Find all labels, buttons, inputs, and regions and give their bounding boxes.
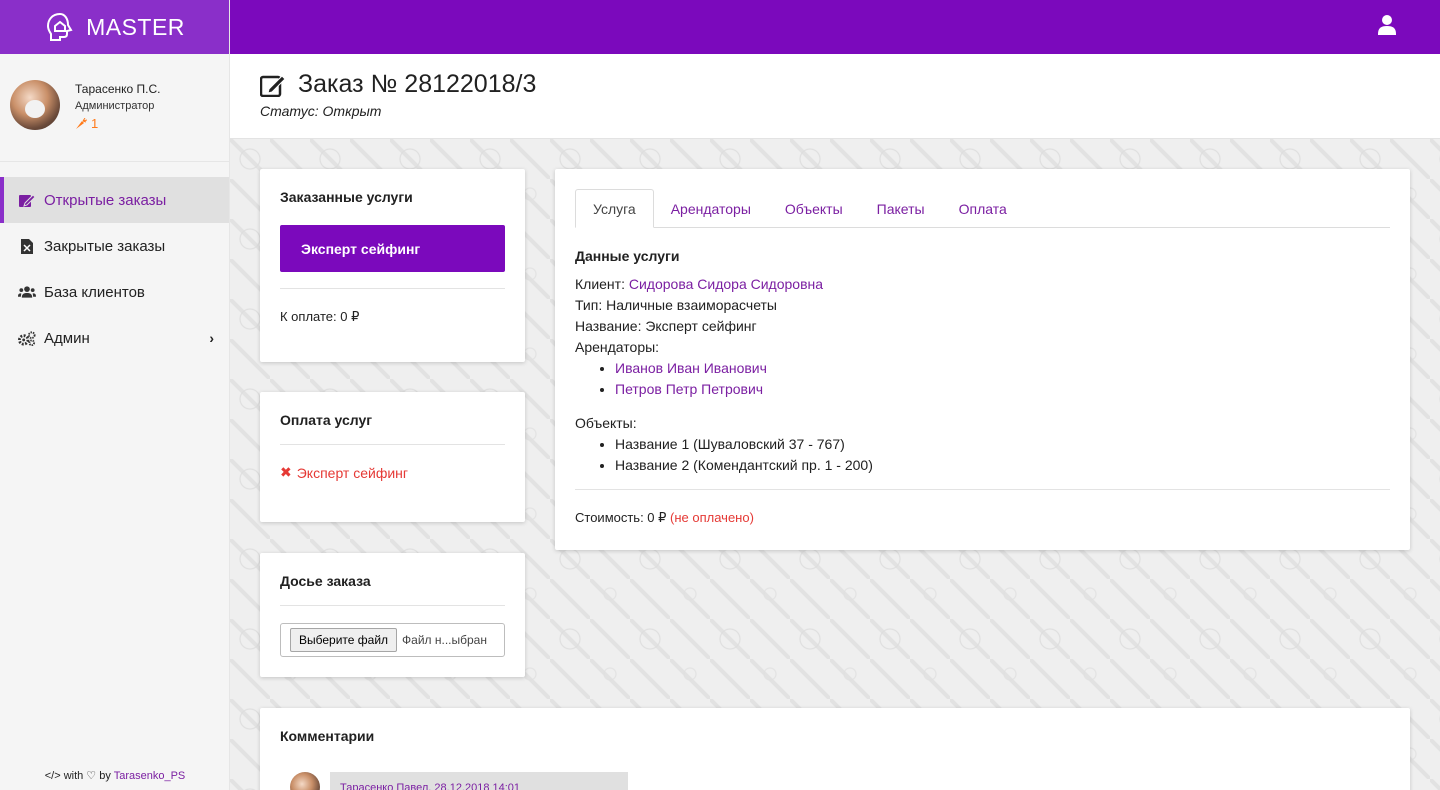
- footer-author-link[interactable]: Tarasenko_PS: [114, 770, 186, 782]
- page-title: Заказ № 28122018/3: [260, 70, 1440, 99]
- list-item: Иванов Иван Иванович: [615, 360, 1390, 376]
- payment-status: (не оплачено): [670, 510, 754, 525]
- name-line: Название: Эксперт сейфинг: [575, 318, 757, 334]
- tabs: Услуга Арендаторы Объекты Пакеты Оплата: [575, 189, 1390, 228]
- footer-prefix: </> with ♡ by: [44, 770, 111, 782]
- order-status: Статус: Открыт: [260, 103, 382, 119]
- cost-label: Стоимость: 0 ₽: [575, 510, 671, 525]
- user-icon[interactable]: [1378, 14, 1396, 36]
- ordered-services-card: Заказанные услуги Эксперт сейфинг К опла…: [260, 169, 525, 362]
- card-title: Комментарии: [280, 728, 375, 744]
- section-title: Данные услуги: [575, 248, 680, 264]
- client-label: Клиент:: [575, 276, 629, 292]
- list-item: Название 2 (Комендантский пр. 1 - 200): [615, 457, 1390, 473]
- objects-list: Название 1 (Шуваловский 37 - 767) Назван…: [575, 436, 1390, 473]
- page-title-text: Заказ № 28122018/3: [298, 70, 537, 98]
- tab-payment[interactable]: Оплата: [942, 189, 1024, 228]
- unpaid-service[interactable]: ✖ Эксперт сейфинг: [280, 464, 505, 481]
- cogs-icon: [18, 330, 36, 346]
- card-title: Досье заказа: [280, 573, 371, 589]
- divider: [280, 605, 505, 606]
- client-line: Клиент: Сидорова Сидора Сидоровна: [575, 276, 1390, 292]
- footer-credit: </> with ♡ by Tarasenko_PS: [0, 769, 230, 782]
- tenant-link[interactable]: Петров Петр Петрович: [615, 381, 763, 397]
- objects-label: Объекты:: [575, 415, 637, 431]
- sidebar-nav: Открытые заказы Закрытые заказы База кли…: [0, 177, 229, 361]
- sidebar-item-label: Открытые заказы: [44, 191, 167, 209]
- avatar[interactable]: [10, 80, 60, 130]
- profile-info: Тарасенко П.С. Администратор 1: [75, 82, 160, 131]
- carrot-icon: [76, 117, 87, 129]
- divider: [280, 288, 505, 289]
- tab-packages[interactable]: Пакеты: [860, 189, 942, 228]
- file-excel-icon: [18, 238, 36, 254]
- brand-name: MASTER: [86, 13, 185, 40]
- page-header: Заказ № 28122018/3 Статус: Открыт: [230, 54, 1440, 139]
- tab-service[interactable]: Услуга: [575, 189, 654, 228]
- top-bar: [230, 0, 1440, 54]
- list-item: Петров Петр Петрович: [615, 381, 1390, 397]
- divider: [575, 489, 1390, 490]
- tenants-label: Арендаторы:: [575, 339, 660, 355]
- close-icon: ✖: [280, 464, 292, 480]
- comment: Тарасенко Павел, 28.12.2018 14:01: [290, 772, 628, 790]
- sidebar-item-label: Закрытые заказы: [44, 237, 166, 255]
- profile-name: Тарасенко П.С.: [75, 82, 161, 96]
- sidebar-item-label: Админ: [44, 329, 90, 347]
- edit-icon: [18, 193, 36, 208]
- sidebar: MASTER Тарасенко П.С. Администратор 1 От…: [0, 0, 230, 790]
- file-input[interactable]: Выберите файл Файл н...ыбран: [280, 623, 505, 657]
- client-link[interactable]: Сидорова Сидора Сидоровна: [629, 276, 823, 292]
- tab-tenants[interactable]: Арендаторы: [654, 189, 768, 228]
- choose-file-button[interactable]: Выберите файл: [290, 628, 398, 652]
- users-icon: [18, 285, 36, 299]
- user-profile: Тарасенко П.С. Администратор 1: [0, 54, 229, 162]
- service-details-card: Услуга Арендаторы Объекты Пакеты Оплата …: [555, 169, 1410, 550]
- sidebar-item-admin[interactable]: Админ ›: [0, 315, 229, 361]
- cost-line: Стоимость: 0 ₽ (не оплачено): [575, 510, 1390, 526]
- tenant-link[interactable]: Иванов Иван Иванович: [615, 360, 767, 376]
- amount-to-pay: К оплате: 0 ₽: [280, 309, 360, 324]
- unpaid-service-label: Эксперт сейфинг: [296, 464, 409, 481]
- sidebar-item-open-orders[interactable]: Открытые заказы: [0, 177, 229, 223]
- card-title: Заказанные услуги: [280, 189, 413, 205]
- payments-card: Оплата услуг ✖ Эксперт сейфинг: [260, 392, 525, 522]
- list-item: Название 1 (Шуваловский 37 - 767): [615, 436, 1390, 452]
- brand-logo[interactable]: MASTER: [0, 0, 229, 54]
- sidebar-item-clients[interactable]: База клиентов: [0, 269, 229, 315]
- avatar: [290, 772, 320, 790]
- home-head-icon: [47, 12, 73, 41]
- service-button[interactable]: Эксперт сейфинг: [280, 225, 505, 272]
- chevron-right-icon: ›: [209, 330, 214, 346]
- file-name: Файл н...ыбран: [402, 633, 487, 647]
- divider: [280, 444, 505, 445]
- order-dossier-card: Досье заказа Выберите файл Файл н...ыбра…: [260, 553, 525, 677]
- profile-role: Администратор: [75, 100, 155, 112]
- sidebar-item-label: База клиентов: [44, 283, 145, 301]
- comments-card: Комментарии Тарасенко Павел, 28.12.2018 …: [260, 708, 1410, 790]
- sidebar-item-closed-orders[interactable]: Закрытые заказы: [0, 223, 229, 269]
- edit-icon: [260, 74, 286, 97]
- tab-objects[interactable]: Объекты: [768, 189, 860, 228]
- card-title: Оплата услуг: [280, 412, 373, 428]
- type-line: Тип: Наличные взаиморасчеты: [575, 297, 777, 313]
- comment-header[interactable]: Тарасенко Павел, 28.12.2018 14:01: [330, 772, 628, 790]
- profile-karma: 1: [75, 116, 160, 131]
- tenants-list: Иванов Иван Иванович Петров Петр Петрови…: [575, 360, 1390, 397]
- karma-count: 1: [91, 116, 99, 131]
